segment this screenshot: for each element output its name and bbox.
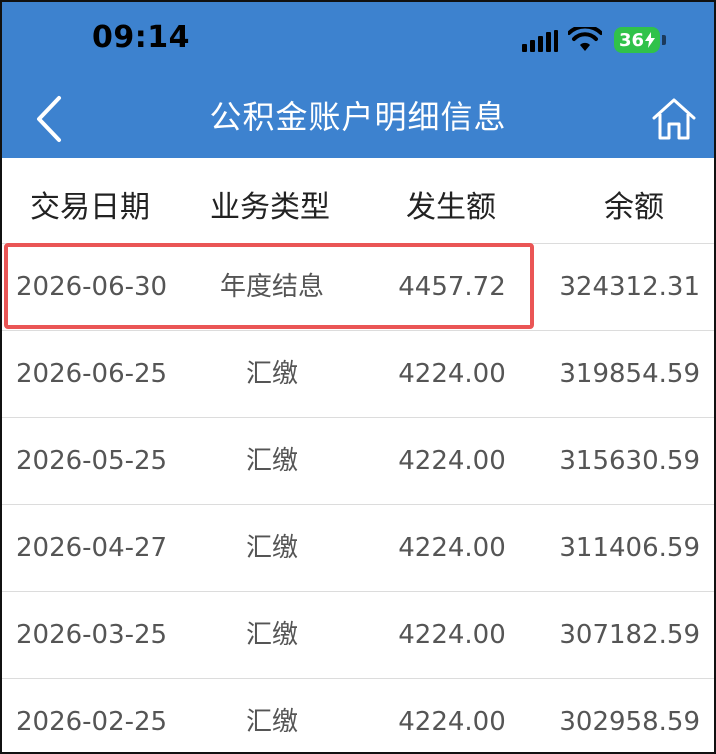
table-row[interactable]: 2026-06-25 汇缴 4224.00 319854.59	[2, 331, 714, 418]
home-button[interactable]	[646, 92, 702, 146]
cell-type: 汇缴	[245, 707, 298, 737]
cell-amount: 4224.00	[398, 446, 506, 476]
cell-type: 汇缴	[245, 533, 298, 563]
cell-type: 汇缴	[245, 620, 298, 650]
cellular-signal-icon	[522, 30, 560, 52]
battery-nub	[662, 35, 666, 45]
cell-balance: 324312.31	[559, 272, 700, 302]
cell-balance: 319854.59	[559, 359, 700, 389]
cell-date: 2026-05-25	[16, 446, 168, 476]
cell-balance: 307182.59	[559, 620, 700, 650]
cell-balance: 302958.59	[559, 707, 700, 737]
status-bar: 09:14 36	[2, 2, 714, 80]
cell-type: 年度结息	[219, 272, 324, 302]
cell-amount: 4224.00	[398, 533, 506, 563]
header-date: 交易日期	[30, 190, 150, 225]
cell-date: 2026-06-25	[16, 359, 168, 389]
detail-table: 交易日期 业务类型 发生额 余额 2026-06-30 年度结息 4457.72…	[2, 158, 714, 752]
page-title: 公积金账户明细信息	[209, 98, 507, 136]
cell-type: 汇缴	[245, 446, 298, 476]
wifi-icon	[568, 27, 602, 51]
table-row[interactable]: 2026-02-25 汇缴 4224.00 302958.59	[2, 679, 714, 752]
cell-type: 汇缴	[245, 359, 298, 389]
cell-amount: 4224.00	[398, 620, 506, 650]
top-bar: 09:14 36 公积金账户明细信息	[2, 2, 714, 158]
cell-balance: 311406.59	[559, 533, 700, 563]
battery-level: 36	[618, 29, 645, 51]
cell-balance: 315630.59	[559, 446, 700, 476]
cell-date: 2026-03-25	[16, 620, 168, 650]
header-type: 业务类型	[210, 190, 330, 225]
status-time: 09:14	[92, 20, 190, 55]
cell-date: 2026-06-30	[16, 272, 168, 302]
cell-amount: 4224.00	[398, 359, 506, 389]
table-row[interactable]: 2026-03-25 汇缴 4224.00 307182.59	[2, 592, 714, 679]
nav-bar: 公积金账户明细信息	[2, 80, 714, 158]
battery-charging-icon: 36	[614, 27, 660, 53]
cell-amount: 4224.00	[398, 707, 506, 737]
header-balance: 余额	[604, 190, 664, 225]
cell-date: 2026-02-25	[16, 707, 168, 737]
table-row[interactable]: 2026-05-25 汇缴 4224.00 315630.59	[2, 418, 714, 505]
cell-date: 2026-04-27	[16, 533, 168, 563]
table-header: 交易日期 业务类型 发生额 余额	[2, 158, 714, 244]
header-amount: 发生额	[406, 190, 496, 225]
table-row[interactable]: 2026-06-30 年度结息 4457.72 324312.31	[2, 244, 714, 331]
cell-amount: 4457.72	[398, 272, 506, 302]
app-frame: 09:14 36 公积金账户明细信息 交易日期 业务类型 发生额 余额 2026…	[0, 0, 716, 754]
table-row[interactable]: 2026-04-27 汇缴 4224.00 311406.59	[2, 505, 714, 592]
home-icon	[652, 98, 696, 140]
